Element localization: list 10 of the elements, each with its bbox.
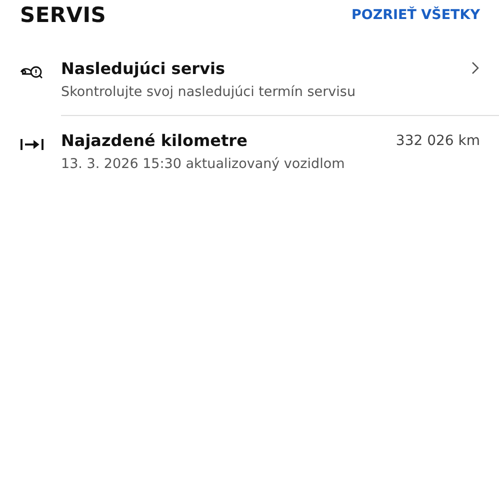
- item-title: Nasledujúci servis: [61, 59, 226, 78]
- view-all-link[interactable]: POZRIEŤ VŠETKY: [351, 7, 480, 23]
- section-title: SERVIS: [20, 3, 106, 27]
- distance-arrow-icon: [20, 138, 44, 151]
- chevron-right-icon[interactable]: [471, 59, 480, 75]
- item-title: Najazdené kilometre: [61, 131, 248, 150]
- mileage-value: 332 026 km: [396, 132, 480, 149]
- item-subtitle: Skontrolujte svoj nasledujúci termín servisu: [61, 84, 356, 100]
- item-subtitle: 13. 3. 2026 15:30 aktualizovaný vozidlom: [61, 156, 346, 172]
- car-warning-icon: [20, 65, 44, 79]
